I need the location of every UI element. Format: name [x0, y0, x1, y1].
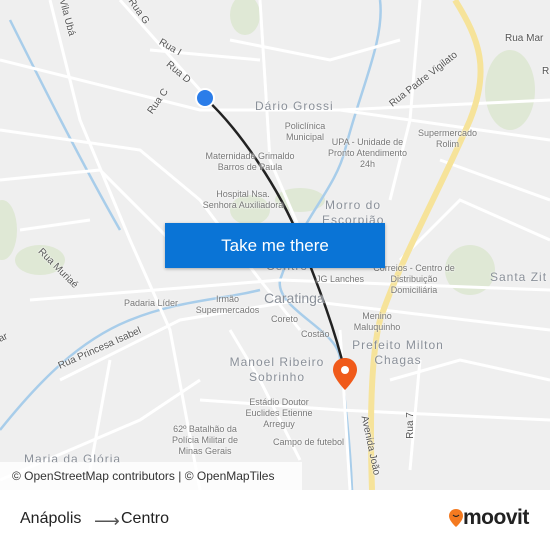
poi-label: Coreto — [271, 314, 299, 324]
poi-label: Campo de futebol — [273, 437, 345, 447]
poi-label: 62º Batalhão da Polícia Militar de Minas… — [171, 424, 239, 456]
poi-label: UPA - Unidade de Pronto Atendimento 24h — [327, 137, 408, 169]
street-label: R — [542, 66, 550, 77]
destination-name: Centro — [121, 510, 170, 527]
origin-marker[interactable] — [195, 88, 215, 108]
brand-name: moovit — [463, 506, 529, 529]
origin-name: Anápolis — [20, 510, 82, 527]
moovit-logo: moovit — [449, 506, 529, 530]
neighborhood-label: Santa Zit — [490, 270, 548, 284]
street-label: Rua Mar — [505, 33, 544, 44]
poi-label: Padaria Líder — [124, 298, 179, 308]
poi-label: JG Lanches — [316, 274, 365, 284]
poi-label: Hospital Nsa. Senhora Auxiliadora — [202, 189, 284, 210]
destination-pin-icon[interactable] — [332, 357, 358, 391]
poi-label: Estádio Doutor Euclides Etienne Arreguy — [245, 397, 313, 429]
arrow-right-icon: ⟶ — [94, 511, 120, 531]
footer: Anápolis ⟶ Centro moovit — [0, 490, 550, 550]
poi-label: Maternidade Grimaldo Barros de Paula — [205, 151, 295, 172]
map-attribution[interactable]: © OpenStreetMap contributors | © OpenMap… — [0, 462, 302, 490]
take-me-there-button[interactable]: Take me there — [165, 223, 385, 268]
moovit-pin-icon — [449, 509, 463, 527]
neighborhood-label: Dário Grossi — [255, 99, 334, 113]
neighborhood-label: Manoel Ribeiro Sobrinho — [229, 355, 325, 384]
map[interactable]: Vila Ubá Rua G Rua I Rua D Rua C Rua Pad… — [0, 0, 550, 490]
poi-label: Irmão Supermercados — [195, 294, 260, 315]
street-label: Rua 7 — [404, 412, 416, 439]
city-label: Caratinga — [264, 290, 325, 306]
poi-label: Supermercado Rolim — [417, 128, 478, 149]
poi-label: Menino Maluquinho — [353, 311, 401, 332]
poi-label: Costão — [301, 329, 330, 339]
